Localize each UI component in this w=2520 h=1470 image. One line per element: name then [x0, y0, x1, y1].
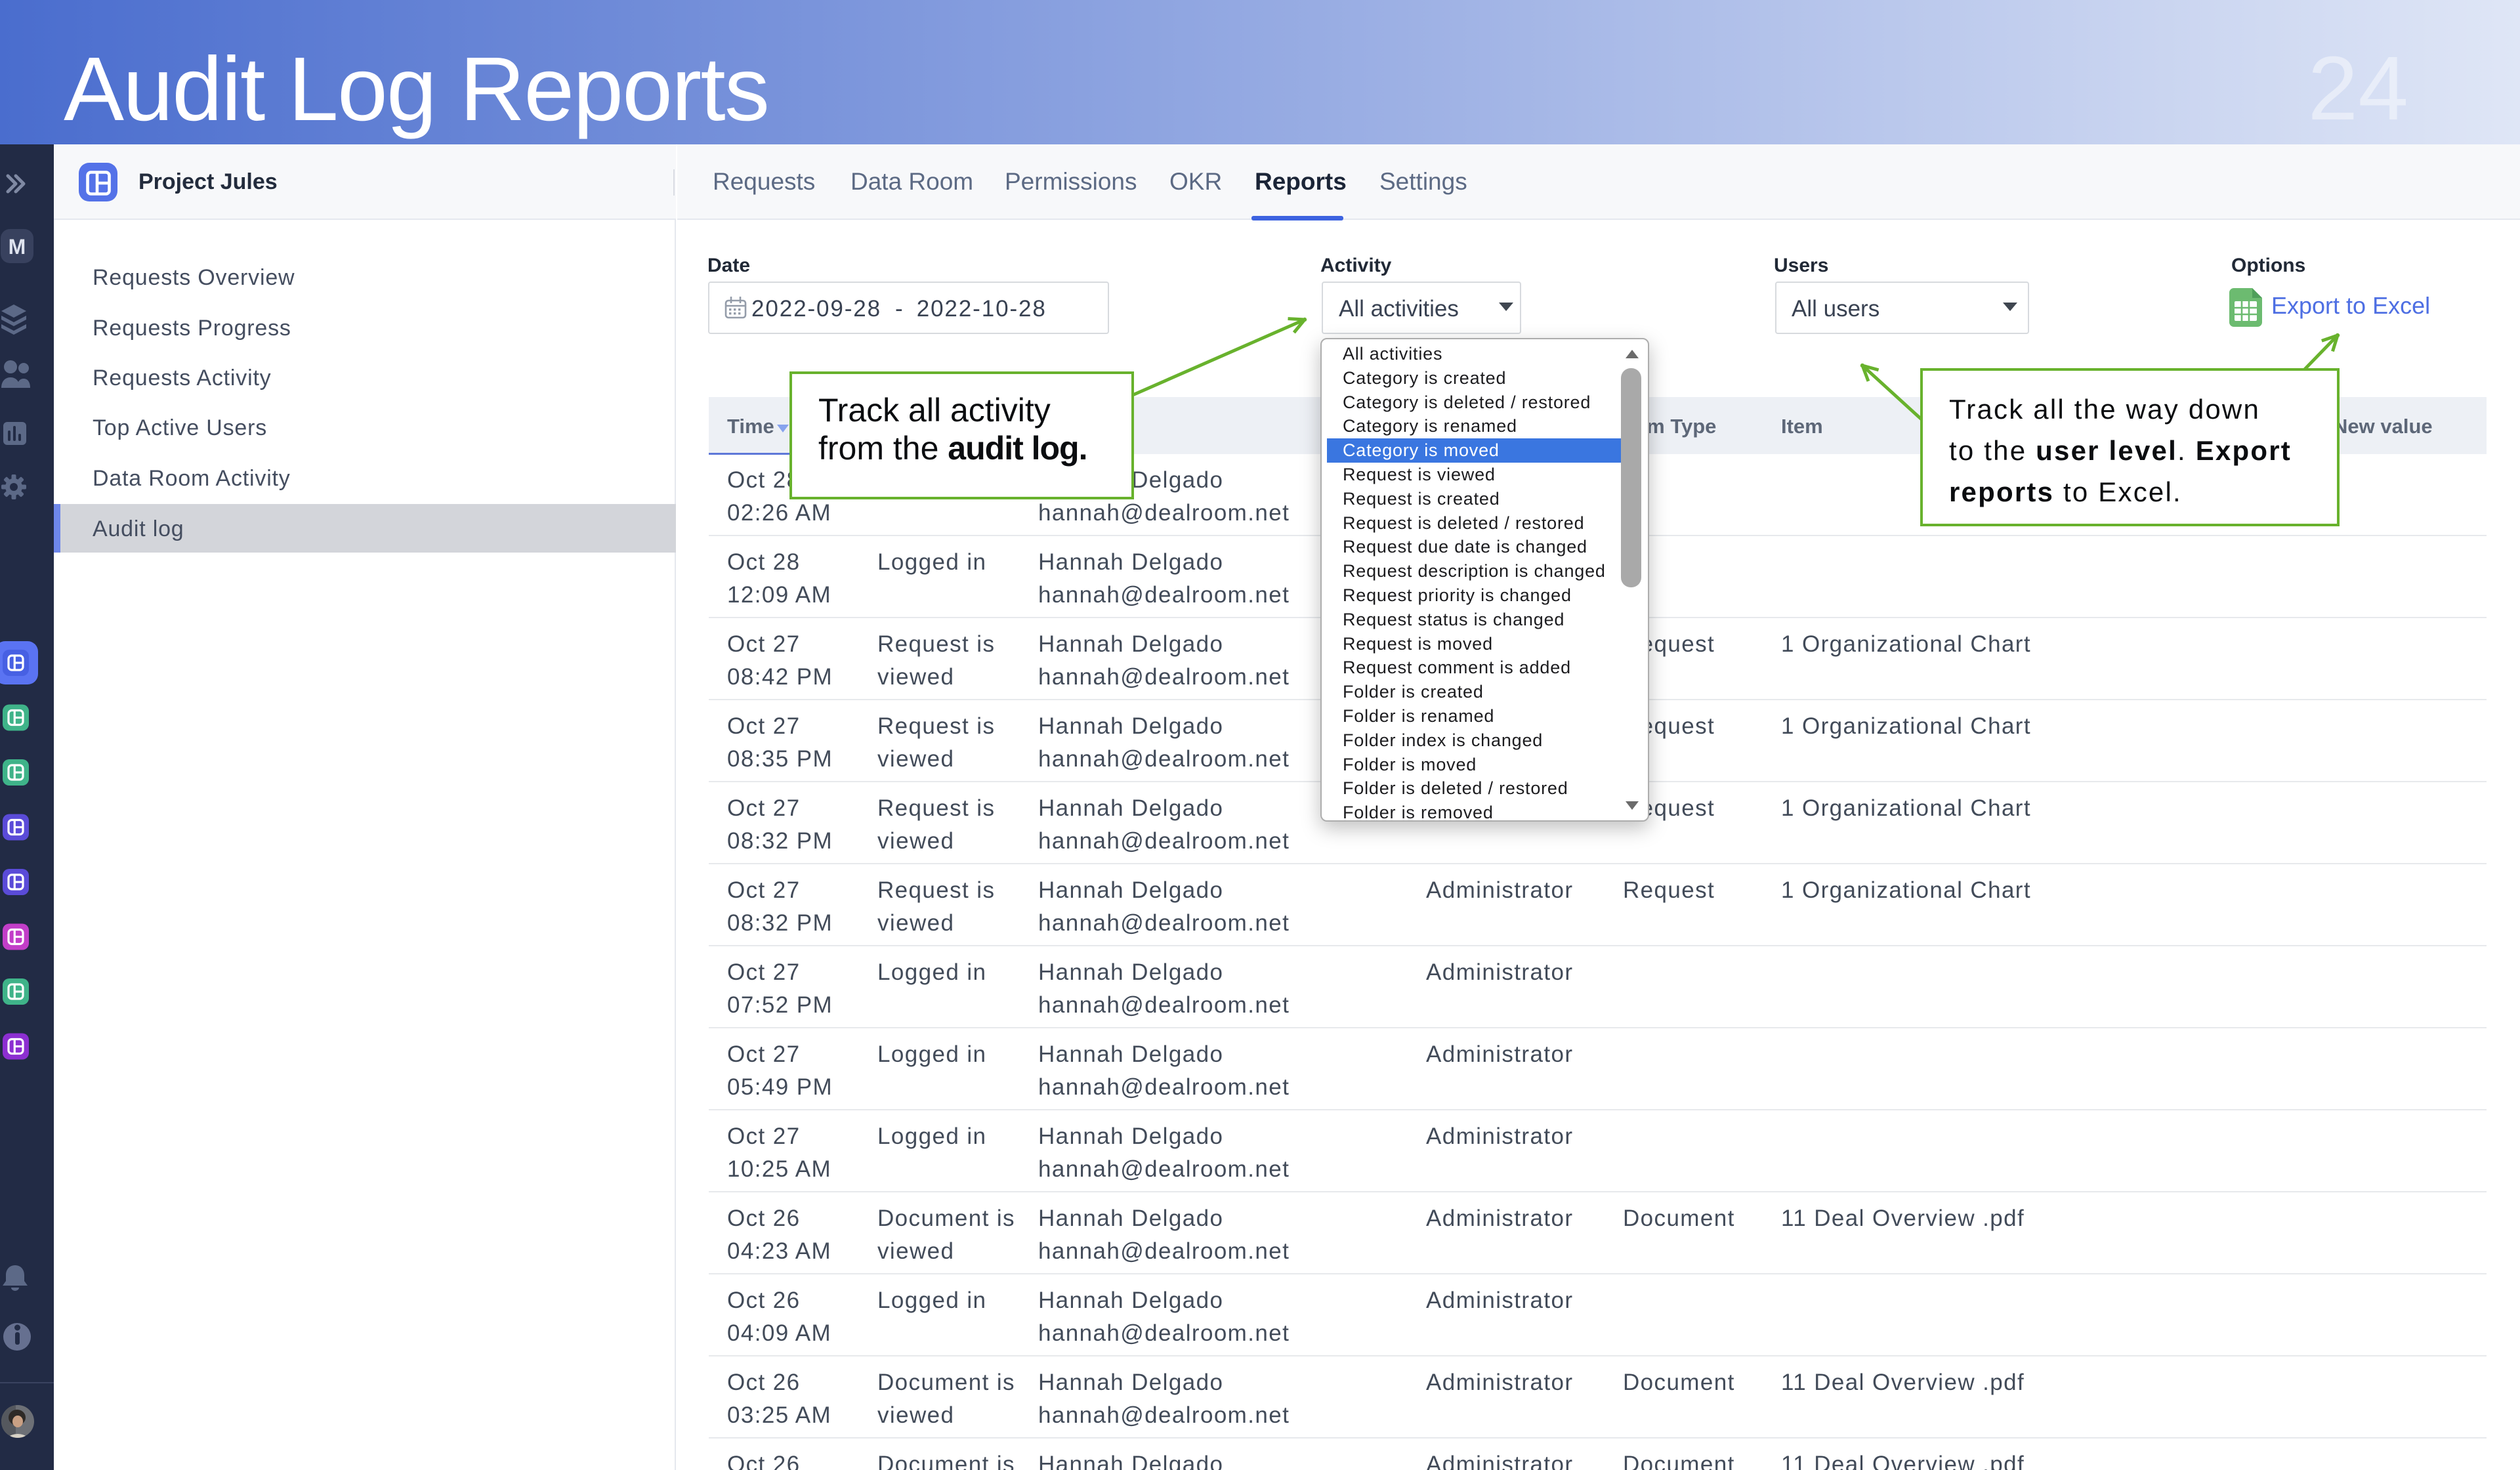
- svg-text:M: M: [9, 235, 26, 259]
